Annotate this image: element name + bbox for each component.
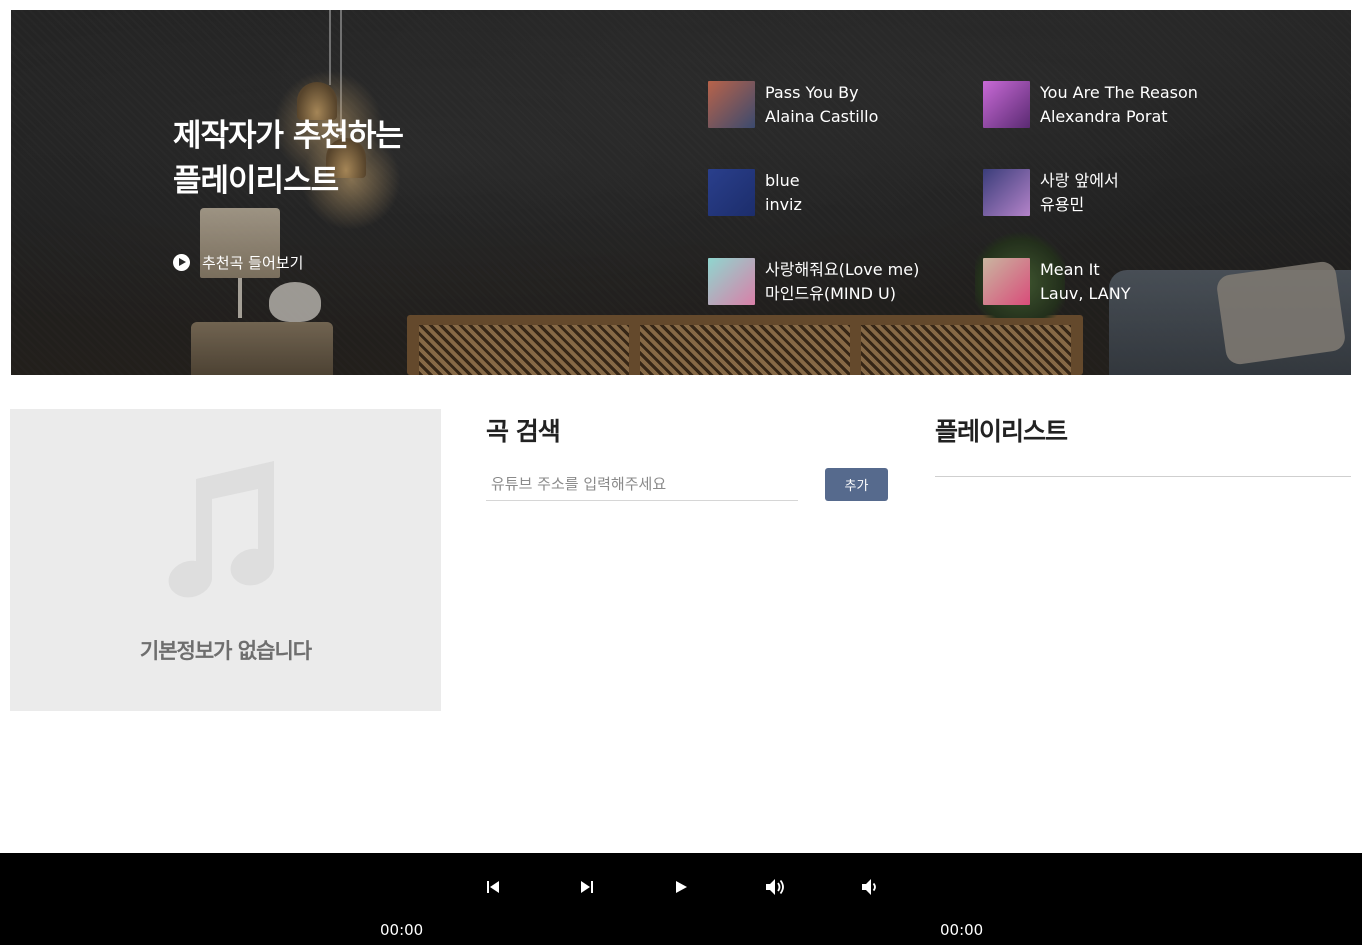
listen-recommended-label: 추천곡 들어보기 [202,254,304,272]
play-circle-icon [173,254,190,271]
empty-info-message: 기본정보가 없습니다 [139,639,312,663]
skip-next-icon [581,881,593,893]
track-title: Pass You By [765,83,859,102]
volume-up-button[interactable] [761,873,789,901]
album-art [708,81,755,128]
listen-recommended-button[interactable]: 추천곡 들어보기 [173,252,303,273]
next-button[interactable] [573,873,601,901]
recommended-track[interactable]: 사랑 앞에서 유용민 [983,169,1119,217]
hero-title: 제작자가 추천하는 플레이리스트 [173,114,404,204]
music-note-icon [168,461,274,598]
total-time: 00:00 [940,921,984,939]
album-art [708,258,755,305]
track-artist: Lauv, LANY [1040,284,1131,303]
skip-previous-icon [487,881,499,893]
track-artist: Alexandra Porat [1040,107,1168,126]
play-button[interactable] [667,873,695,901]
volume-up-icon [766,879,784,895]
hero-title-line1: 제작자가 추천하는 [173,118,404,154]
playlist-title: 플레이리스트 [935,417,1068,446]
recommended-track[interactable]: Pass You By Alaina Castillo [708,81,878,129]
recommended-track[interactable]: 사랑해줘요(Love me) 마인드유(MIND U) [708,258,919,306]
hero-title-line2: 플레이리스트 [173,163,339,199]
track-info-panel: 기본정보가 없습니다 [10,409,441,711]
track-artist: 유용민 [1040,195,1085,214]
album-art [983,258,1030,305]
recommended-track[interactable]: You Are The Reason Alexandra Porat [983,81,1198,129]
track-title: Mean It [1040,260,1100,279]
track-artist: Alaina Castillo [765,107,879,126]
recommended-track[interactable]: blue inviz [708,169,802,217]
volume-down-icon [862,879,876,895]
track-title: blue [765,171,800,190]
previous-button[interactable] [479,873,507,901]
track-artist: 마인드유(MIND U) [765,284,896,303]
current-time: 00:00 [380,921,424,939]
track-artist: inviz [765,195,802,214]
play-icon [676,881,687,893]
recommended-track[interactable]: Mean It Lauv, LANY [983,258,1130,306]
player-bar: 00:00 00:00 [0,853,1362,945]
track-title: 사랑 앞에서 [1040,171,1119,190]
album-art [983,81,1030,128]
track-title: 사랑해줘요(Love me) [765,260,920,279]
volume-down-button[interactable] [855,873,883,901]
youtube-url-input[interactable] [486,468,798,501]
album-art [983,169,1030,216]
album-art [708,169,755,216]
track-title: You Are The Reason [1040,83,1198,102]
add-button[interactable]: 추가 [825,468,888,501]
search-title: 곡 검색 [486,417,561,446]
playlist-divider [935,476,1351,477]
hero-banner: 제작자가 추천하는 플레이리스트 추천곡 들어보기 Pass You By Al… [11,10,1351,375]
